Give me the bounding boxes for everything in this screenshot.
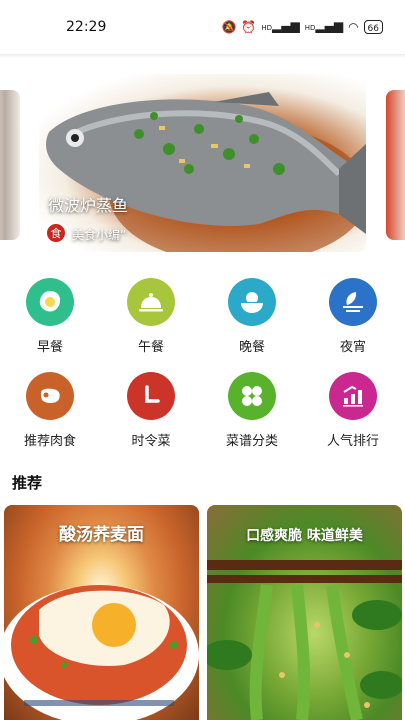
category-meat[interactable]: 推荐肉食 <box>10 372 90 449</box>
section-title-recommend: 推荐 <box>12 474 43 492</box>
clock-icon <box>127 372 175 420</box>
recipe-card[interactable]: 口感爽脆 味道鲜美 <box>207 505 402 720</box>
recipe-card[interactable]: 酸汤荞麦面 <box>4 505 199 720</box>
category-label: 菜谱分类 <box>225 434 278 449</box>
fried-egg-icon <box>26 278 74 326</box>
rank-icon <box>329 372 377 420</box>
wifi-icon: ◠ <box>348 20 359 34</box>
mute-icon: 🔕 <box>221 20 237 34</box>
signal-icon: HD▂▄▆ <box>304 19 344 33</box>
category-breakfast[interactable]: 早餐 <box>10 278 90 355</box>
status-bar: 22:29 🔕 ⏰ HD▂▄▆ HD▂▄▆ ◠ 66 <box>0 0 405 56</box>
banner-prev-slide[interactable] <box>0 90 20 240</box>
category-label: 午餐 <box>137 340 164 355</box>
category-label: 人气排行 <box>326 434 379 449</box>
category-lunch[interactable]: 午餐 <box>111 278 191 355</box>
banner-next-slide[interactable] <box>386 90 405 240</box>
banner-title: 微波炉蒸鱼 <box>48 196 129 215</box>
category-label: 夜宵 <box>339 340 366 355</box>
moon-icon <box>329 278 377 326</box>
category-label: 晚餐 <box>238 340 265 355</box>
category-label: 早餐 <box>36 340 63 355</box>
banner-author-logo: 食 <box>46 223 66 243</box>
category-label: 推荐肉食 <box>23 434 76 449</box>
bowl-icon <box>228 278 276 326</box>
status-icons: 🔕 ⏰ HD▂▄▆ HD▂▄▆ ◠ 66 <box>221 18 383 36</box>
banner-author: 美食小编” <box>72 228 127 242</box>
cloche-icon <box>127 278 175 326</box>
alarm-icon: ⏰ <box>241 20 257 34</box>
status-bar-shadow <box>0 54 405 58</box>
steak-icon <box>26 372 74 420</box>
recipe-card-caption: 酸汤荞麦面 <box>59 525 144 545</box>
status-time: 22:29 <box>66 19 107 35</box>
category-dinner[interactable]: 晚餐 <box>212 278 292 355</box>
category-recipe-types[interactable]: 菜谱分类 <box>212 372 292 449</box>
battery-icon: 66 <box>363 20 383 34</box>
signal-icon: HD▂▄▆ <box>261 19 300 33</box>
clover-icon <box>228 372 276 420</box>
category-seasonal[interactable]: 时令菜 <box>111 372 191 449</box>
category-label: 时令菜 <box>131 434 171 449</box>
recipe-card-caption: 口感爽脆 味道鲜美 <box>246 528 363 544</box>
category-popular-ranking[interactable]: 人气排行 <box>313 372 393 449</box>
category-late-night[interactable]: 夜宵 <box>313 278 393 355</box>
